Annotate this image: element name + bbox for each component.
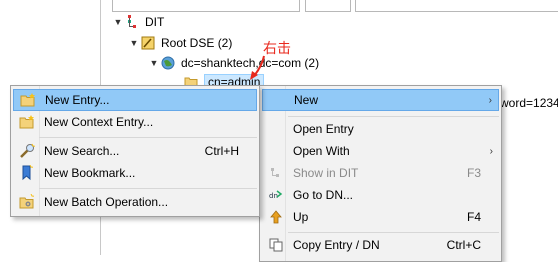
expand-chevron-icon[interactable]: ▼ [148, 58, 160, 68]
submenu-arrow-icon: › [488, 94, 492, 106]
root-dse-icon [140, 35, 156, 51]
expand-chevron-icon[interactable]: ▼ [128, 38, 140, 48]
new-batch-operation-icon [19, 194, 35, 210]
new-submenu: New Entry... New Context Entry... New Se… [10, 85, 260, 217]
menu-separator [39, 137, 257, 138]
background-text: word=1234 [500, 96, 558, 110]
menu-item-new[interactable]: New › [262, 89, 499, 111]
new-context-entry-icon [19, 114, 35, 130]
menu-item-open-entry[interactable]: Open Entry [262, 118, 499, 140]
annotation-arrow-icon [250, 55, 265, 80]
new-bookmark-icon [19, 165, 35, 181]
menu-item-label: Open Entry [293, 122, 354, 136]
menu-item-shortcut: F3 [466, 166, 481, 180]
menu-item-open-with[interactable]: Open With › [262, 140, 499, 162]
tree-node-dit[interactable]: ▼ DIT [112, 12, 164, 32]
menu-separator [39, 188, 257, 189]
menu-item-go-to-dn[interactable]: dn Go to DN... [262, 184, 499, 206]
menu-item-label: New Batch Operation... [44, 195, 169, 209]
menu-item-label: New Entry... [45, 93, 110, 107]
filter-field[interactable] [112, 0, 300, 12]
context-menu: New › Open Entry Open With › Show in DIT… [259, 85, 502, 262]
svg-text:dn: dn [269, 192, 278, 200]
menu-separator [288, 116, 499, 117]
menu-item-copy-entry-dn[interactable]: Copy Entry / DN Ctrl+C [262, 234, 499, 256]
up-arrow-icon [268, 209, 284, 225]
menu-item-label: New [294, 93, 319, 107]
toolbar-button[interactable] [305, 0, 351, 12]
menu-separator [288, 232, 499, 233]
menu-item-label: Copy Entry / DN [293, 238, 380, 252]
tree-node-label: Root DSE (2) [161, 36, 233, 50]
expand-chevron-icon[interactable]: ▼ [112, 17, 124, 27]
new-entry-icon [20, 92, 36, 108]
menu-item-new-search[interactable]: New Search... Ctrl+H [13, 140, 257, 162]
tree-node-label: DIT [145, 15, 165, 29]
menu-item-show-in-dit[interactable]: Show in DIT F3 [262, 162, 499, 184]
search-field[interactable] [355, 0, 558, 12]
menu-item-shortcut: Ctrl+H [204, 144, 239, 158]
menu-item-new-bookmark[interactable]: New Bookmark... [13, 162, 257, 184]
menu-item-up[interactable]: Up F4 [262, 206, 499, 228]
globe-icon [160, 55, 176, 71]
submenu-arrow-icon: › [489, 145, 493, 157]
menu-item-label: New Search... [44, 144, 120, 158]
show-in-dit-icon [268, 165, 284, 181]
menu-item-label: New Bookmark... [44, 166, 136, 180]
menu-item-label: Go to DN... [293, 188, 354, 202]
menu-item-label: Show in DIT [293, 166, 359, 180]
menu-item-label: New Context Entry... [44, 115, 154, 129]
tree-node-base-dn[interactable]: ▼ dc=shanktech,dc=com (2) [148, 53, 320, 73]
menu-item-new-batch-operation[interactable]: New Batch Operation... [13, 191, 257, 213]
menu-item-new-entry[interactable]: New Entry... [13, 89, 257, 111]
go-to-dn-icon: dn [268, 187, 284, 203]
menu-item-label: Up [293, 210, 309, 224]
menu-item-new-context-entry[interactable]: New Context Entry... [13, 111, 257, 133]
menu-item-label: Open With [293, 144, 350, 158]
menu-item-shortcut: Ctrl+C [446, 238, 481, 252]
new-search-icon [19, 143, 35, 159]
dit-icon [124, 14, 140, 30]
tree-node-root-dse[interactable]: ▼ Root DSE (2) [128, 33, 233, 53]
copy-icon [268, 237, 284, 253]
menu-item-shortcut: F4 [466, 210, 481, 224]
